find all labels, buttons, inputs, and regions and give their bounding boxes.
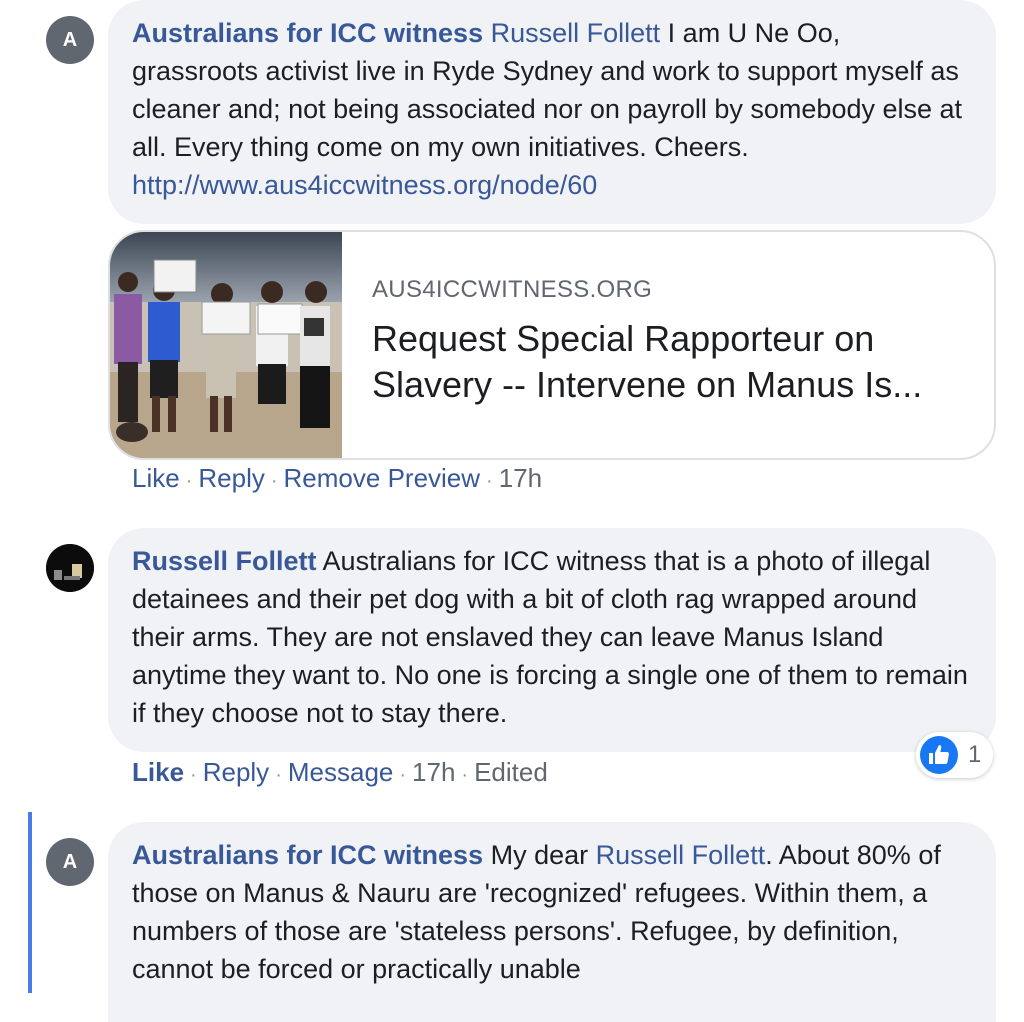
separator-dot: ·	[486, 470, 493, 492]
separator-dot: ·	[270, 470, 278, 492]
timestamp[interactable]: 17h	[412, 757, 455, 787]
comment-actions: Like · Reply · Remove Preview · 17h	[132, 462, 542, 497]
comment-bubble: Australians for ICC witness Russell Foll…	[108, 0, 996, 224]
timestamp[interactable]: 17h	[499, 463, 542, 493]
reaction-count-badge[interactable]: 1	[916, 732, 994, 778]
thread-indicator-line	[28, 812, 32, 993]
comment-bubble: Russell Follett Australians for ICC witn…	[108, 528, 996, 752]
avatar[interactable]	[46, 544, 94, 592]
separator-dot: ·	[190, 764, 197, 786]
comment-text-before: My dear	[483, 840, 596, 870]
preview-thumbnail-image	[110, 232, 342, 458]
reaction-count: 1	[968, 741, 982, 768]
comment-author[interactable]: Australians for ICC witness	[132, 840, 483, 870]
edited-label[interactable]: Edited	[474, 757, 548, 787]
separator-dot: ·	[461, 764, 469, 786]
comment-author[interactable]: Australians for ICC witness	[132, 18, 483, 48]
preview-domain: AUS4ICCWITNESS.ORG	[372, 276, 653, 303]
message-button[interactable]: Message	[288, 757, 394, 787]
comment-bubble: Australians for ICC witness My dear Russ…	[108, 822, 996, 1022]
mention-link[interactable]: Russell Follett	[491, 18, 661, 48]
reply-button[interactable]: Reply	[198, 463, 264, 493]
thumbs-up-icon	[920, 736, 958, 774]
remove-preview-button[interactable]: Remove Preview	[284, 463, 481, 493]
mention-link[interactable]: Russell Follett	[596, 840, 766, 870]
avatar-letter: A	[62, 28, 78, 51]
separator-dot: ·	[185, 470, 193, 492]
preview-title[interactable]: Request Special Rapporteur on Slavery --…	[372, 316, 972, 408]
avatar[interactable]: A	[46, 16, 94, 64]
separator-dot: ·	[399, 764, 407, 786]
profile-photo-icon	[46, 544, 94, 592]
link-preview-card[interactable]: AUS4ICCWITNESS.ORG Request Special Rappo…	[108, 230, 996, 460]
comment-actions: Like · Reply · Message · 17h · Edited	[132, 756, 548, 791]
url-link[interactable]: http://www.aus4iccwitness.org/node/60	[132, 170, 597, 200]
like-button[interactable]: Like	[132, 463, 180, 493]
avatar-letter: A	[62, 850, 78, 873]
separator-dot: ·	[275, 764, 282, 786]
reply-button[interactable]: Reply	[203, 757, 269, 787]
like-button[interactable]: Like	[132, 757, 184, 787]
avatar[interactable]: A	[46, 838, 94, 886]
comment-author[interactable]: Russell Follett	[132, 546, 317, 576]
